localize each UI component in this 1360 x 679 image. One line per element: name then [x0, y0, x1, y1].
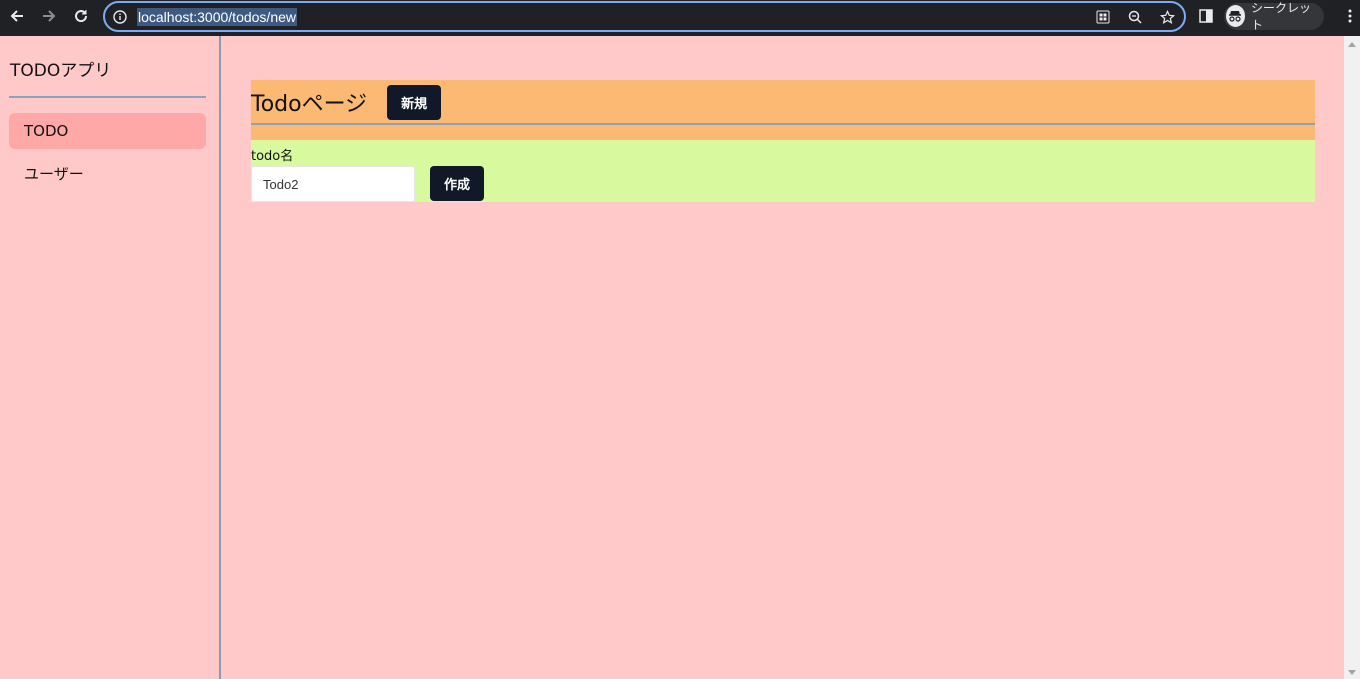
todo-name-input[interactable]: [251, 166, 415, 202]
scroll-up-icon[interactable]: [1348, 42, 1356, 47]
page-header: Todoページ 新規: [251, 80, 1315, 124]
side-panel-icon[interactable]: [1196, 5, 1216, 27]
url-text[interactable]: localhost:3000/todos/new: [137, 7, 297, 26]
star-icon[interactable]: [1156, 6, 1178, 28]
info-icon[interactable]: [105, 9, 135, 24]
forward-arrow-icon[interactable]: [33, 0, 65, 32]
address-bar[interactable]: localhost:3000/todos/new: [103, 1, 1186, 32]
scroll-down-icon[interactable]: [1348, 670, 1356, 675]
incognito-label: シークレット: [1250, 1, 1311, 32]
zoom-icon[interactable]: [1124, 6, 1146, 28]
sidebar-item-users[interactable]: ユーザー: [9, 155, 206, 191]
sidebar-item-todo[interactable]: TODO: [9, 113, 206, 149]
reload-icon[interactable]: [65, 0, 97, 32]
todo-form: todo名 作成: [251, 140, 1315, 202]
incognito-profile-button[interactable]: シークレット: [1223, 1, 1325, 32]
todo-name-label: todo名: [251, 149, 294, 164]
header-bottom-strip: [251, 125, 1315, 140]
page-title: Todoページ: [251, 92, 368, 117]
back-arrow-icon[interactable]: [1, 0, 33, 32]
sidebar-item-label: ユーザー: [24, 164, 84, 183]
vertical-scrollbar[interactable]: [1344, 36, 1360, 679]
incognito-icon: [1225, 5, 1245, 27]
app-title: TODOアプリ: [10, 61, 112, 81]
main-content: Todoページ 新規 todo名 作成: [223, 36, 1344, 679]
kebab-menu-icon[interactable]: [1340, 5, 1360, 27]
app-grid-icon[interactable]: [1092, 6, 1114, 28]
sidebar-item-label: TODO: [24, 122, 69, 140]
browser-toolbar: localhost:3000/todos/new シークレット: [0, 0, 1360, 36]
create-button[interactable]: 作成: [430, 166, 484, 201]
sidebar: TODOアプリ TODO ユーザー: [0, 36, 221, 679]
sidebar-divider: [9, 96, 206, 98]
new-todo-button[interactable]: 新規: [387, 84, 442, 120]
